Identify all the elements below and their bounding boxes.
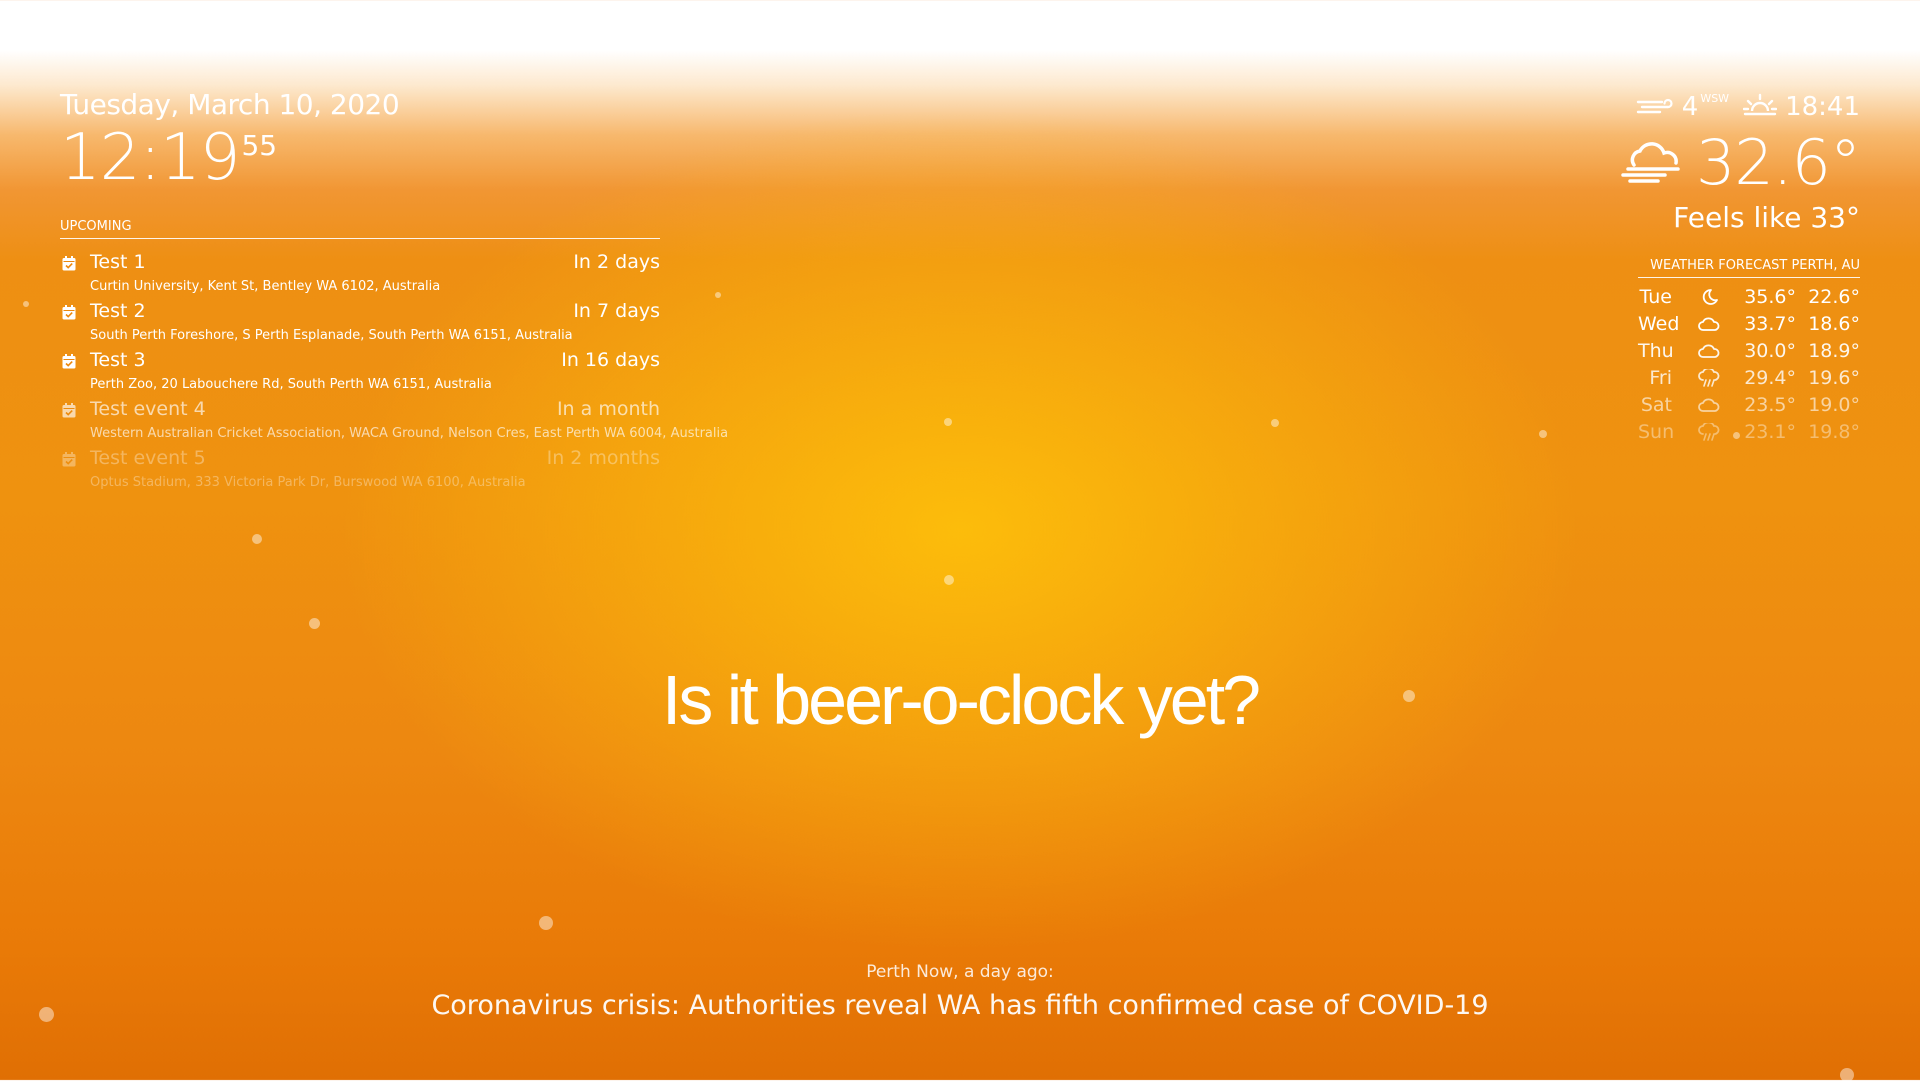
bubble — [309, 618, 320, 629]
forecast-day: Fri — [1649, 367, 1672, 389]
wind-direction: WSW — [1700, 91, 1730, 105]
current-temperature: 32.6° — [1695, 126, 1861, 199]
forecast-min-temp: 22.6° — [1808, 286, 1860, 308]
news-headline: Coronavirus crisis: Authorities reveal W… — [431, 990, 1489, 1021]
forecast-row: Fri 29.4° 19.6° — [1638, 365, 1860, 392]
forecast-day: Wed — [1638, 313, 1680, 335]
forecast-day: Sat — [1640, 394, 1672, 416]
cloud-icon — [1698, 396, 1720, 414]
event-location: Optus Stadium, 333 Victoria Park Dr, Bur… — [90, 475, 526, 490]
sunset-icon — [1743, 93, 1778, 116]
current-date: Tuesday, March 10, 2020 — [60, 88, 400, 121]
calendar-module: UPCOMING Test 1 In 2 days Curtin Universit… — [60, 219, 728, 494]
calendar-check-icon — [62, 354, 76, 369]
newsfeed-module: Perth Now, a day ago: Coronavirus crisis… — [0, 962, 1920, 1021]
compliment-text: Is it beer-o-clock yet? — [661, 661, 1261, 739]
event-time: In 7 days — [573, 300, 660, 322]
rain-cloud-icon — [1698, 367, 1720, 387]
bubble — [715, 292, 721, 298]
current-temperature-row: 32.6° — [1620, 126, 1861, 199]
calendar-check-icon — [62, 256, 76, 271]
wind-icon — [1636, 98, 1673, 114]
calendar-event: Test event 4 In a month Western Australian… — [60, 396, 728, 445]
forecast-row: Wed 33.7° 18.6° — [1638, 311, 1860, 338]
forecast-min-temp: 19.0° — [1808, 394, 1860, 416]
forecast-day: Tue — [1639, 286, 1672, 308]
event-time: In 16 days — [561, 349, 660, 371]
event-time: In 2 days — [573, 251, 660, 273]
event-time: In 2 months — [546, 447, 660, 469]
bubble — [944, 575, 954, 585]
cloud-icon — [1698, 342, 1720, 360]
calendar-event: Test event 5 In 2 months Optus Stadium, 33… — [60, 445, 660, 494]
bubble — [1539, 430, 1547, 438]
forecast-max-temp: 23.5° — [1744, 394, 1796, 416]
forecast-max-temp: 33.7° — [1744, 313, 1796, 335]
feels-like: Feels like 33° — [1673, 201, 1860, 234]
event-title: Test 3 — [90, 349, 146, 371]
forecast-min-temp: 19.8° — [1808, 421, 1860, 443]
calendar-header: UPCOMING — [60, 219, 660, 239]
cloud-icon — [1698, 315, 1720, 333]
forecast-max-temp: 30.0° — [1744, 340, 1796, 362]
forecast-min-temp: 18.6° — [1808, 313, 1860, 335]
forecast-row: Sat 23.5° 19.0° — [1638, 392, 1860, 419]
forecast-day: Sun — [1638, 421, 1675, 443]
moon-icon — [1698, 288, 1720, 306]
forecast-header: WEATHER FORECAST PERTH, AU — [1638, 258, 1860, 278]
forecast-max-temp: 23.1° — [1744, 421, 1796, 443]
event-title: Test 1 — [90, 251, 146, 273]
bubble — [23, 301, 29, 307]
calendar-event: Test 3 In 16 days Perth Zoo, 20 Labouchere… — [60, 347, 660, 396]
forecast-row: Sun 23.1° 19.8° — [1638, 419, 1860, 446]
event-location: South Perth Foreshore, S Perth Esplanade… — [90, 328, 573, 343]
event-time: In a month — [556, 398, 660, 420]
current-weather-module: 4 WSW 18:41 32.6° Feels like 33° — [1620, 92, 1861, 234]
cloudy-windy-icon — [1621, 141, 1680, 183]
current-time: 12:1955 — [60, 121, 399, 195]
calendar-check-icon — [62, 452, 76, 467]
event-location: Western Australian Cricket Association, … — [90, 426, 729, 441]
forecast-row: Tue 35.6° 22.6° — [1638, 284, 1860, 311]
time-hours-minutes: 12:19 — [60, 121, 240, 195]
bubble — [1271, 419, 1279, 427]
forecast-max-temp: 35.6° — [1744, 286, 1796, 308]
bubble — [252, 534, 262, 544]
event-title: Test event 4 — [90, 398, 206, 420]
calendar-check-icon — [62, 403, 76, 418]
weather-forecast-module: WEATHER FORECAST PERTH, AU Tue 35.6° 22.6°… — [1638, 258, 1860, 446]
event-list: Test 1 In 2 days Curtin University, Kent S… — [60, 249, 728, 494]
bubble — [944, 418, 952, 426]
event-title: Test event 5 — [90, 447, 206, 469]
bubble — [539, 916, 553, 930]
forecast-day: Thu — [1638, 340, 1674, 362]
calendar-check-icon — [62, 305, 76, 320]
news-source: Perth Now, a day ago: — [866, 962, 1054, 982]
sunset-time: 18:41 — [1785, 92, 1860, 122]
rain-cloud-icon — [1698, 421, 1720, 441]
event-title: Test 2 — [90, 300, 146, 322]
forecast-table: Tue 35.6° 22.6° Wed 33.7° 18.6° Thu 30.0° 18.9° F… — [1638, 284, 1860, 446]
calendar-event: Test 1 In 2 days Curtin University, Kent S… — [60, 249, 660, 298]
event-location: Perth Zoo, 20 Labouchere Rd, South Perth… — [90, 377, 492, 392]
forecast-max-temp: 29.4° — [1744, 367, 1796, 389]
forecast-min-temp: 18.9° — [1808, 340, 1860, 362]
clock-module: Tuesday, March 10, 2020 12:1955 — [60, 88, 400, 195]
wind-speed: 4 — [1681, 92, 1699, 122]
forecast-row: Thu 30.0° 18.9° — [1638, 338, 1860, 365]
forecast-min-temp: 19.6° — [1808, 367, 1860, 389]
calendar-event: Test 2 In 7 days South Perth Foreshore, S … — [60, 298, 660, 347]
event-location: Curtin University, Kent St, Bentley WA 6… — [90, 279, 441, 294]
wind-sun-row: 4 WSW 18:41 — [1620, 92, 1860, 122]
time-seconds: 55 — [241, 129, 278, 162]
